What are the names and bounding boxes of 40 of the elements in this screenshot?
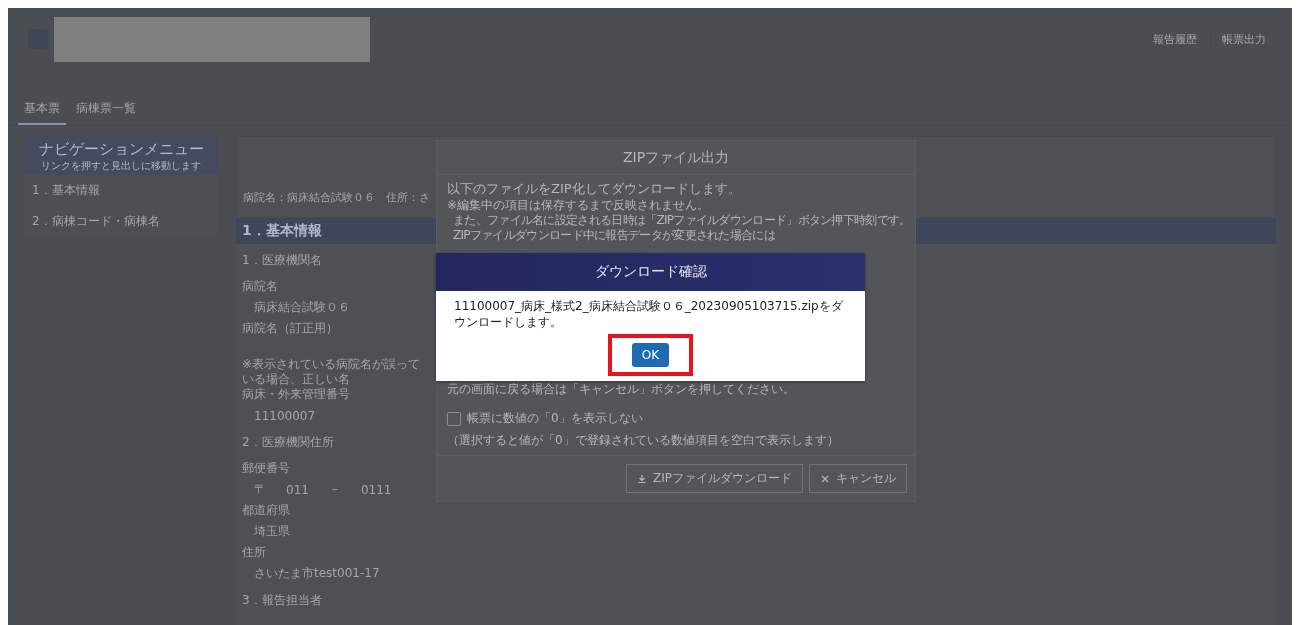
checkbox-label: 帳票に数値の「0」を表示しない (467, 410, 643, 427)
confirm-message: 11100007_病床_様式2_病床結合試験０６_20230905103715.zipをダウンロードします。 (453, 298, 844, 331)
subsection-heading: 2．医療機関住所 (242, 433, 334, 451)
field-label: 病床・外来管理番号 (242, 386, 350, 403)
cancel-button[interactable]: キャンセル (809, 464, 907, 493)
field-label: 都道府県 (242, 502, 290, 519)
ok-button[interactable]: OK (631, 343, 670, 368)
tab[interactable]: 基本票 (18, 96, 66, 125)
field-value: 11100007 (254, 408, 316, 423)
subsection-heading: 3．報告担当者 (242, 591, 322, 609)
postal-code-second: 0111 (360, 482, 392, 497)
field-label: 病院名 (242, 278, 278, 295)
summary-text: 病院名：病床結合試験０６ 住所：さ (243, 190, 430, 205)
postal-mark: 〒 (254, 481, 266, 498)
postal-code-first: 011 (286, 482, 309, 497)
checkbox[interactable] (447, 411, 461, 426)
dialog-text: ZIPファイルダウンロード中に報告データが変更された場合には (452, 228, 776, 243)
field-value: さいたま市test001-17 (254, 565, 380, 582)
confirm-title: ダウンロード確認 (436, 253, 865, 291)
field-value: 病床結合試験０６ (254, 299, 350, 316)
download-button[interactable]: ZIPファイルダウンロード (626, 464, 803, 493)
dialog-text: 以下のファイルをZIP化してダウンロードします。 (447, 181, 742, 197)
dialog-title: ZIPファイル出力 (437, 141, 915, 175)
download-icon (637, 473, 647, 484)
dialog-text: 元の画面に戻る場合は「キャンセル」ボタンを押してください。 (447, 381, 796, 398)
checkbox-hint: （選択すると値が「0」で登録されている数値項目を空白で表示します） (447, 432, 840, 449)
dialog-text: ※編集中の項目は保存するまで反映されません。 (447, 197, 711, 212)
field-note: ※表示されている病院名が誤っている場合、正しい名 (242, 356, 422, 387)
header-link[interactable]: 報告履歴 (1147, 31, 1203, 47)
nav-subtitle: リンクを押すと見出しに移動します (40, 159, 202, 173)
field-label: 郵便番号 (242, 460, 290, 477)
field-value: 埼玉県 (254, 523, 290, 540)
field-label: 病院名（訂正用） (242, 320, 338, 337)
postal-separator: － (328, 481, 341, 498)
close-icon (820, 473, 830, 484)
nav-title: ナビゲーションメニュー (37, 140, 205, 159)
header-link[interactable]: 帳票出力 (1215, 31, 1272, 47)
tab[interactable]: 病棟票一覧 (70, 96, 142, 125)
subsection-heading: 1．医療機関名 (242, 251, 322, 269)
field-label: 住所 (242, 544, 266, 561)
